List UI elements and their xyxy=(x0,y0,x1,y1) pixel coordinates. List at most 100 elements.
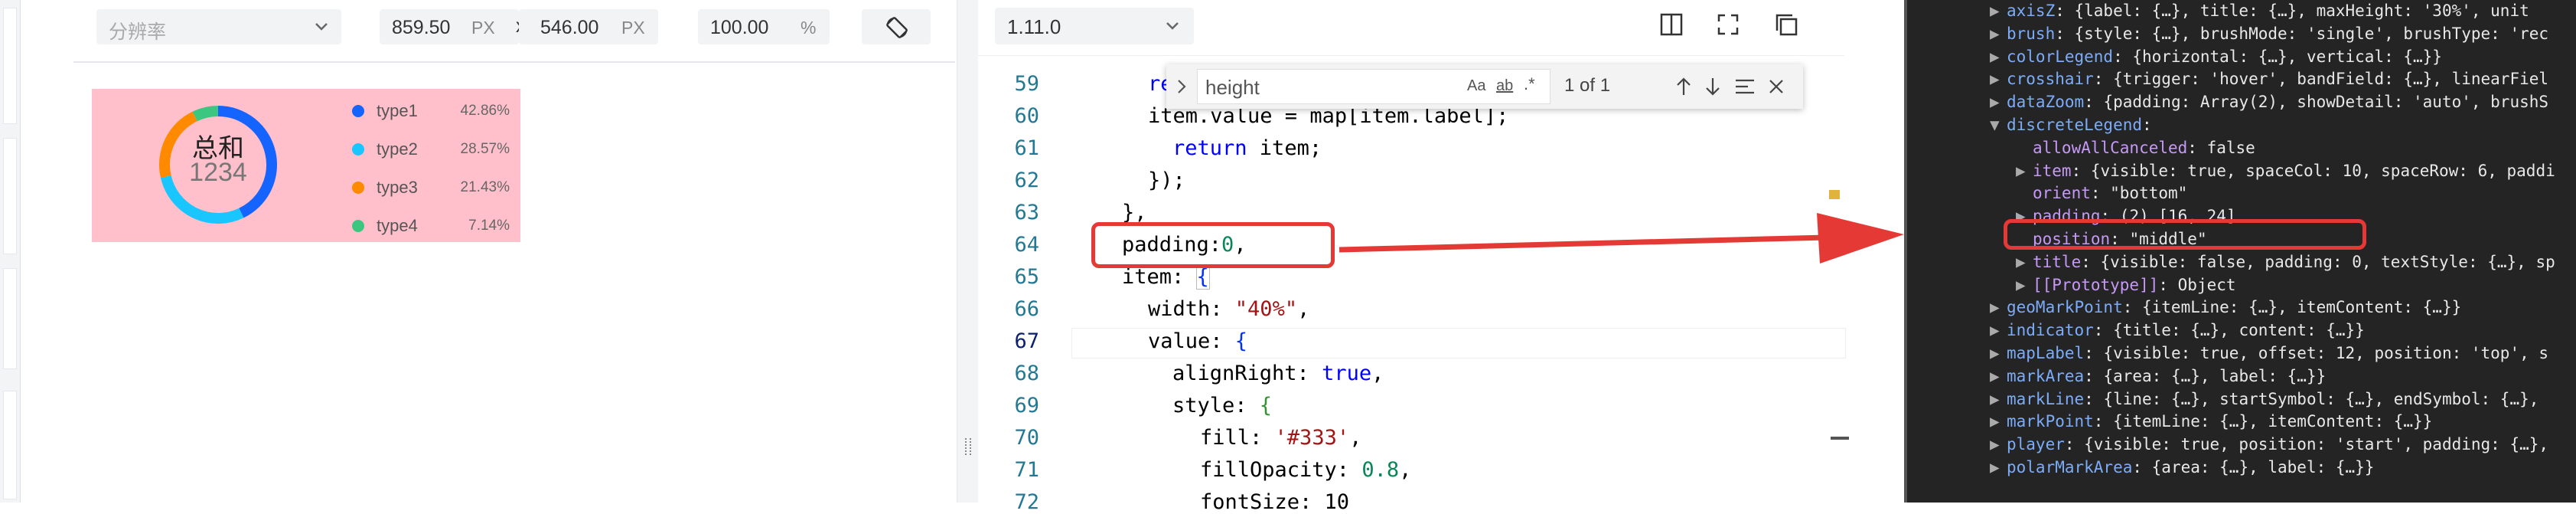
devtools-row[interactable]: ▶ player: {visible: true, position: 'star… xyxy=(1990,435,2548,453)
devtools-row[interactable]: ▶ indicator: {title: {…}, content: {…}} xyxy=(1990,321,2365,339)
code-line-62: }); xyxy=(1148,169,1185,192)
expand-right-icon[interactable]: ▶ xyxy=(1990,390,2007,408)
line-number: 63 xyxy=(1014,201,1039,224)
version-label: 1.11.0 xyxy=(1007,15,1061,38)
line-number: 66 xyxy=(1014,297,1039,321)
expand-right-icon[interactable]: ▶ xyxy=(1990,25,2007,43)
devtools-row[interactable]: ▶ mapLabel: {visible: true, offset: 12, p… xyxy=(1990,344,2548,362)
find-in-selection-icon[interactable] xyxy=(1734,78,1756,95)
thumbnail[interactable] xyxy=(3,268,17,369)
code-line-71: fillOpacity: 0.8, xyxy=(1200,458,1412,482)
editor-header: 1.11.0 xyxy=(978,0,1844,56)
devtools-row[interactable]: ▶ polarMarkArea: {area: {…}, label: {…}} xyxy=(1990,458,2374,476)
code-line-69: style: { xyxy=(1172,394,1273,417)
preview-toolbar: 分辨率 859.50 PX x 546.00 PX 100.00 % xyxy=(73,0,955,63)
line-number: 69 xyxy=(1014,394,1039,417)
code-line-70: fill: '#333', xyxy=(1200,426,1362,450)
thumbnail[interactable] xyxy=(3,8,17,124)
code-line-66: width: "40%", xyxy=(1148,297,1310,321)
width-field[interactable]: 859.50 PX xyxy=(380,9,519,44)
rotate-button[interactable] xyxy=(862,9,931,44)
devtools-row[interactable]: ▶ geoMarkPoint: {itemLine: {…}, itemConte… xyxy=(1990,298,2461,316)
line-number: 60 xyxy=(1014,104,1039,128)
property-value: : {label: {…}, title: {…}, maxHeight: '3… xyxy=(2055,2,2529,20)
expand-right-icon[interactable]: ▶ xyxy=(1990,458,2007,476)
panel-splitter[interactable] xyxy=(957,0,980,503)
expand-right-icon[interactable]: ▶ xyxy=(1990,93,2007,111)
devtools-row[interactable]: ▶ markPoint: {itemLine: {…}, itemContent:… xyxy=(1990,412,2432,431)
expand-right-icon[interactable]: ▶ xyxy=(1990,47,2007,66)
version-select[interactable]: 1.11.0 xyxy=(995,8,1194,44)
zoom-unit: % xyxy=(801,18,817,38)
height-unit: PX xyxy=(621,18,645,38)
expand-right-icon[interactable]: ▶ xyxy=(2016,276,2033,294)
chevron-right-icon[interactable] xyxy=(1174,78,1189,95)
devtools-row[interactable]: ▶ colorLegend: {horizontal: {…}, vertical… xyxy=(1990,47,2442,66)
devtools-row[interactable]: ▶ axisZ: {label: {…}, title: {…}, maxHeig… xyxy=(1990,2,2529,20)
code-line-65: item: { xyxy=(1122,264,1210,290)
chevron-down-icon xyxy=(315,23,328,31)
devtools-row[interactable]: orient: "bottom" xyxy=(2016,184,2187,202)
devtools-row[interactable]: ▶ [[Prototype]]: Object xyxy=(2016,276,2236,294)
legend-label[interactable]: type1 xyxy=(377,101,418,121)
match-case-toggle[interactable]: Aa xyxy=(1467,77,1485,95)
regex-toggle[interactable]: .* xyxy=(1524,74,1535,94)
expand-right-icon[interactable]: ▶ xyxy=(1990,412,2007,431)
find-input[interactable]: height Aa ab .* xyxy=(1197,69,1550,104)
property-value: : "bottom" xyxy=(2090,184,2188,203)
expand-right-icon[interactable]: ▶ xyxy=(2016,162,2033,180)
devtools-row[interactable]: ▶ dataZoom: {padding: Array(2), showDetai… xyxy=(1990,93,2548,111)
devtools-row[interactable]: ▶ title: {visible: false, padding: 0, tex… xyxy=(2016,253,2555,271)
arrow-down-icon[interactable] xyxy=(1704,77,1722,97)
devtools-row[interactable]: ▶ markArea: {area: {…}, label: {…}} xyxy=(1990,367,2326,385)
devtools-row[interactable]: ▶ brush: {style: {…}, brushMode: 'single'… xyxy=(1990,25,2548,43)
arrow-up-icon[interactable] xyxy=(1674,77,1693,97)
property-key: polarMarkArea xyxy=(2007,458,2133,476)
legend-marker[interactable] xyxy=(352,105,364,117)
minimap-marker xyxy=(1829,190,1840,199)
legend-marker[interactable] xyxy=(352,143,364,156)
property-key: [[Prototype]] xyxy=(2033,275,2159,294)
property-key: title xyxy=(2033,252,2082,271)
donut-slice-type4[interactable] xyxy=(192,106,219,122)
splitter-handle[interactable] xyxy=(965,438,971,455)
resolution-select[interactable]: 分辨率 xyxy=(96,9,341,44)
thumbnail[interactable] xyxy=(3,391,17,499)
whole-word-toggle[interactable]: ab xyxy=(1496,77,1513,95)
devtools-row[interactable]: ▶ crosshair: {trigger: 'hover', bandField… xyxy=(1990,70,2548,88)
zoom-field[interactable]: 100.00 % xyxy=(698,9,830,44)
property-value: : {title: {…}, content: {…}} xyxy=(2093,321,2365,340)
devtools-row[interactable]: ▼ discreteLegend: xyxy=(1990,116,2152,134)
legend-label[interactable]: type4 xyxy=(377,216,418,236)
property-value: : {area: {…}, label: {…}} xyxy=(2084,366,2327,385)
expand-down-icon[interactable]: ▼ xyxy=(1990,116,2007,134)
devtools-row[interactable]: ▶ markLine: {line: {…}, startSymbol: {…},… xyxy=(1990,390,2548,408)
expand-right-icon[interactable]: ▶ xyxy=(1990,70,2007,88)
copy-icon[interactable] xyxy=(1774,12,1798,37)
line-number: 62 xyxy=(1014,169,1039,192)
devtools-row[interactable]: allowAllCanceled: false xyxy=(2016,139,2255,157)
close-icon[interactable] xyxy=(1768,78,1785,95)
expand-right-icon[interactable]: ▶ xyxy=(1990,367,2007,385)
legend-label[interactable]: type3 xyxy=(377,178,418,198)
legend-label[interactable]: type2 xyxy=(377,139,418,159)
expand-right-icon[interactable]: ▶ xyxy=(1990,321,2007,339)
expand-right-icon[interactable]: ▶ xyxy=(1990,344,2007,362)
height-field[interactable]: 546.00 PX xyxy=(519,9,658,44)
fullscreen-icon[interactable] xyxy=(1716,12,1740,37)
expand-right-icon[interactable]: ▶ xyxy=(1990,2,2007,20)
minimap-marker xyxy=(1831,437,1849,440)
height-value: 546.00 xyxy=(540,17,599,38)
find-query: height xyxy=(1205,76,1260,99)
property-key: brush xyxy=(2007,24,2056,43)
split-view-icon[interactable] xyxy=(1659,12,1684,37)
legend-percent: 21.43% xyxy=(460,179,510,195)
devtools-row[interactable]: ▶ item: {visible: true, spaceCol: 10, spa… xyxy=(2016,162,2555,180)
expand-right-icon[interactable]: ▶ xyxy=(1990,298,2007,316)
legend-marker[interactable] xyxy=(352,182,364,194)
thumbnail[interactable] xyxy=(3,138,17,254)
expand-right-icon[interactable]: ▶ xyxy=(2016,253,2033,271)
width-unit: PX xyxy=(471,18,495,38)
expand-right-icon[interactable]: ▶ xyxy=(1990,435,2007,453)
legend-marker[interactable] xyxy=(352,220,364,232)
